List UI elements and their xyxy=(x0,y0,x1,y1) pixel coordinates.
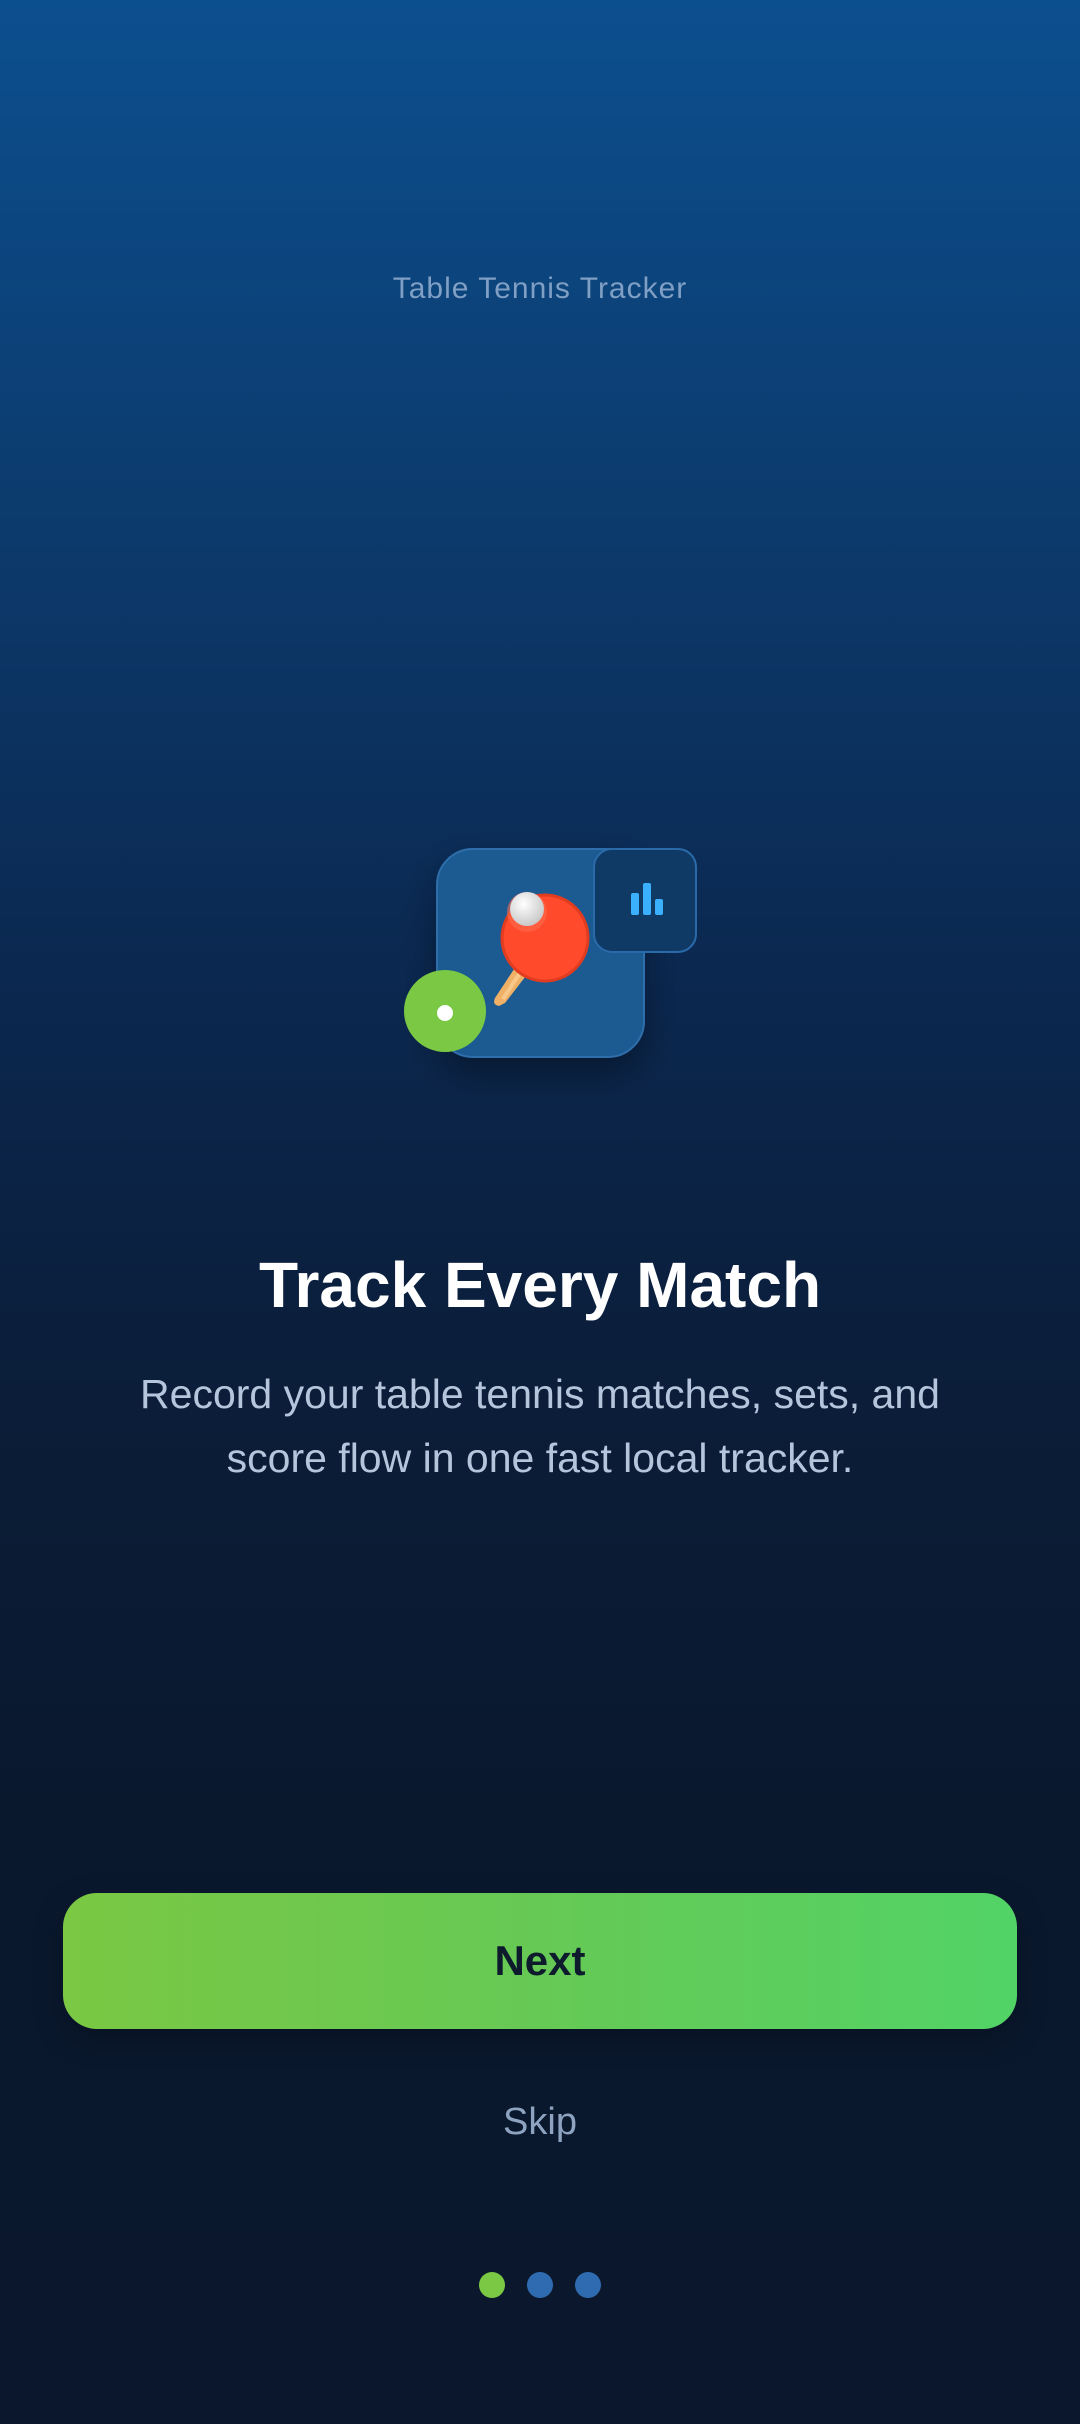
page-dot-1[interactable] xyxy=(479,2272,505,2298)
tennis-ball-icon xyxy=(404,970,486,1052)
ping-pong-ball-icon xyxy=(507,892,547,932)
page-description: Record your table tennis matches, sets, … xyxy=(140,1371,940,1481)
page-dot-2[interactable] xyxy=(527,2272,553,2298)
next-button[interactable]: Next xyxy=(63,1893,1017,2029)
skip-button[interactable]: Skip xyxy=(0,2101,1080,2144)
page-dot-3[interactable] xyxy=(575,2272,601,2298)
page-indicator xyxy=(0,2272,1080,2298)
page-title: Track Every Match xyxy=(258,1249,822,1321)
bar-chart-icon xyxy=(593,848,697,953)
onboarding-illustration xyxy=(0,0,1080,1100)
